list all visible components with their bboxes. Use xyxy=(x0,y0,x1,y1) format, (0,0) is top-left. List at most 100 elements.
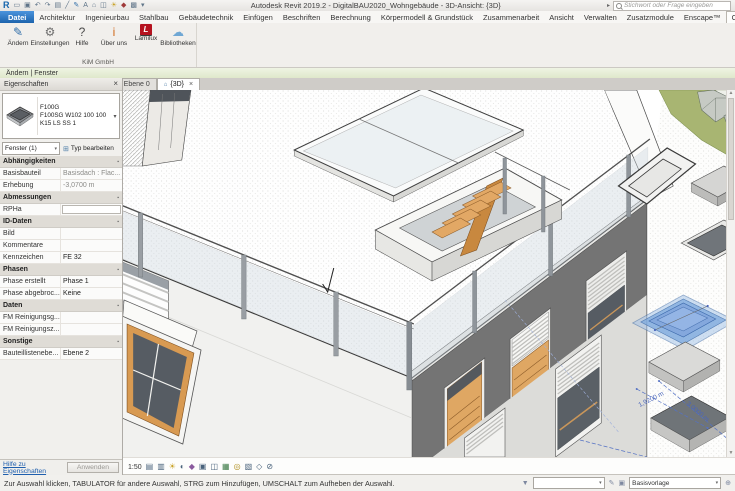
section-pin-icon: ▪ xyxy=(117,219,119,225)
type-dropdown-icon[interactable]: ▾ xyxy=(111,113,119,120)
ribbon-tab-zusatzmodule[interactable]: Zusatzmodule xyxy=(622,11,679,23)
element-filter-select[interactable]: Fenster (1) ▾ xyxy=(2,142,60,155)
drawing-area[interactable]: 1,9200 m 3,0000 m ▲ ▼ xyxy=(122,90,735,457)
ribbon-tab-k-rpermodell-grundst-ck[interactable]: Körpermodell & Grundstück xyxy=(376,11,478,23)
ribbon-tab-cadclick[interactable]: CADClick xyxy=(726,11,735,23)
section-cut-wall[interactable] xyxy=(122,90,191,166)
sun-path-icon[interactable]: ☀ xyxy=(169,463,176,471)
window-title: Autodesk Revit 2019.2 - DigitalBAU2020_W… xyxy=(145,1,607,10)
search-input[interactable]: Stichwort oder Frage eingeben xyxy=(613,1,731,11)
worksets-select[interactable]: ▾ xyxy=(533,477,605,489)
lamilux-button[interactable]: LLamilux xyxy=(130,24,162,57)
type-selector[interactable]: F100G F100SG W102 100 100 K15 LS SS 1 ▾ xyxy=(2,93,120,139)
properties-help-link[interactable]: Hilfe zu Eigenschaften xyxy=(3,461,67,475)
ber-uns-button[interactable]: iÜber uns xyxy=(98,24,130,57)
status-message: Zur Auswahl klicken, TABULATOR für ander… xyxy=(4,479,518,488)
scrollbar-thumb[interactable] xyxy=(728,98,734,220)
print-icon[interactable]: ▤ xyxy=(55,2,62,9)
ribbon-tab-datei[interactable]: Datei xyxy=(0,11,34,23)
property-section-id-daten[interactable]: ID-Daten▪ xyxy=(0,216,122,228)
open-icon[interactable]: ▭ xyxy=(14,2,21,9)
detail-level-icon[interactable]: ▤ xyxy=(146,463,154,471)
temporary-hide-icon[interactable]: ▦ xyxy=(222,463,230,471)
shadows-icon[interactable]: ◐ xyxy=(180,463,185,471)
redo-icon[interactable]: ↷ xyxy=(45,2,51,9)
default-3d-view-icon[interactable]: ⌂ xyxy=(92,2,96,9)
ribbon-tab-zusammenarbeit[interactable]: Zusammenarbeit xyxy=(478,11,544,23)
design-option-select[interactable]: Basisvorlage ▾ xyxy=(629,477,721,489)
editable-only-icon[interactable]: ✎ xyxy=(609,479,615,487)
exclude-options-icon[interactable]: ▣ xyxy=(619,479,626,487)
3d-view[interactable]: 1,9200 m 3,0000 m xyxy=(122,90,735,457)
measure-icon[interactable]: ╱ xyxy=(65,2,69,9)
edit-type-button[interactable]: ⊞ Typ bearbeiten xyxy=(62,144,115,154)
ribbon-tab-beschriften[interactable]: Beschriften xyxy=(278,11,326,23)
property-section-daten[interactable]: Daten▪ xyxy=(0,300,122,312)
revit-window: R▭▣↶↷▤╱✎A⌂◫☀◆▩▾ Autodesk Revit 2019.2 - … xyxy=(0,0,735,491)
ribbon-tab-architektur[interactable]: Architektur xyxy=(34,11,80,23)
show-crop-icon[interactable]: ◫ xyxy=(210,463,218,471)
property-section-abmessungen[interactable]: Abmessungen▪ xyxy=(0,192,122,204)
sun-icon[interactable]: ☀ xyxy=(111,2,117,9)
temporary-view-properties-icon[interactable]: ▧ xyxy=(245,463,253,471)
section-label: Phasen xyxy=(3,266,28,273)
section-pin-icon: ▪ xyxy=(117,303,119,309)
apply-button[interactable]: Anwenden xyxy=(67,462,119,473)
modify-pencil-icon[interactable]: ✎ xyxy=(73,2,79,9)
property-section-abh-ngigkeiten[interactable]: Abhängigkeiten▪ xyxy=(0,156,122,168)
text-icon[interactable]: A xyxy=(83,2,88,9)
scroll-up-icon[interactable]: ▲ xyxy=(727,90,735,97)
about-icon: i xyxy=(113,24,116,40)
properties-close-icon[interactable]: × xyxy=(113,80,118,88)
ribbon-tab-einf-gen[interactable]: Einfügen xyxy=(238,11,278,23)
properties-title: Eigenschaften xyxy=(4,81,48,88)
render-icon[interactable]: ◆ xyxy=(121,2,126,9)
lamilux-label: Lamilux xyxy=(135,36,157,43)
property-section-sonstige[interactable]: Sonstige▪ xyxy=(0,336,122,348)
type-line-1: F100G xyxy=(40,104,111,112)
property-row: Kommentare xyxy=(0,240,122,252)
einstellungen-button[interactable]: ⚙Einstellungen xyxy=(34,24,66,57)
save-icon[interactable]: ▣ xyxy=(24,2,31,9)
ndern-button[interactable]: ✎Ändern xyxy=(2,24,34,57)
filter-icon[interactable]: ▼ xyxy=(522,480,529,487)
hilfe-label: Hilfe xyxy=(75,41,88,48)
displaced-elements-icon[interactable]: ◇ xyxy=(256,463,262,471)
chevron-down-icon: ▾ xyxy=(599,480,602,486)
vertical-scrollbar[interactable]: ▲ ▼ xyxy=(726,90,735,457)
bibliotheken-button[interactable]: ☁Bibliotheken xyxy=(162,24,194,57)
scroll-down-icon[interactable]: ▼ xyxy=(727,450,735,457)
scale-button[interactable]: 1:50 xyxy=(128,464,142,471)
ribbon-tab-berechnung[interactable]: Berechnung xyxy=(325,11,375,23)
close-view-icon[interactable]: × xyxy=(189,81,193,88)
hilfe-button[interactable]: ?Hilfe xyxy=(66,24,98,57)
render-icon[interactable]: ◆ xyxy=(189,463,195,471)
search-placeholder: Stichwort oder Frage eingeben xyxy=(624,2,713,9)
ribbon-tab-enscape[interactable]: Enscape™ xyxy=(679,11,726,23)
reveal-hidden-icon[interactable]: ◎ xyxy=(234,463,241,471)
ribbon-tab-verwalten[interactable]: Verwalten xyxy=(579,11,622,23)
property-value[interactable] xyxy=(62,205,121,214)
property-value: FE 32 xyxy=(61,252,122,263)
property-label: Erhebung xyxy=(0,180,61,191)
revit-app-logo[interactable]: R xyxy=(3,1,10,10)
bibliotheken-label: Bibliotheken xyxy=(160,41,195,48)
select-toggle-icon[interactable]: ⊕ xyxy=(725,479,731,487)
section-label: Sonstige xyxy=(3,338,33,345)
ribbon-tab-ingenieurbau[interactable]: Ingenieurbau xyxy=(80,11,134,23)
ribbon-panel: ✎Ändern⚙Einstellungen?HilfeiÜber unsLLam… xyxy=(0,23,735,68)
ribbon-tab-stahlbau[interactable]: Stahlbau xyxy=(134,11,174,23)
infocenter-pin-icon[interactable]: ▸ xyxy=(607,2,610,9)
property-value xyxy=(61,240,122,251)
view-tab-ebene-0[interactable]: ▤Ebene 0 xyxy=(122,78,157,90)
ribbon-tab-geb-udetechnik[interactable]: Gebäudetechnik xyxy=(174,11,239,23)
section-icon[interactable]: ◫ xyxy=(100,2,107,9)
view-tab-3d[interactable]: ⌂{3D}× xyxy=(157,78,200,90)
undo-icon[interactable]: ↶ xyxy=(35,2,41,9)
visual-style-icon[interactable]: ▥ xyxy=(157,463,165,471)
property-section-phasen[interactable]: Phasen▪ xyxy=(0,264,122,276)
ribbon-tab-ansicht[interactable]: Ansicht xyxy=(544,11,579,23)
crop-view-icon[interactable]: ▣ xyxy=(199,463,207,471)
switch-windows-icon[interactable]: ▩ xyxy=(130,2,137,9)
selection-lock-icon[interactable]: ⊘ xyxy=(266,463,273,471)
